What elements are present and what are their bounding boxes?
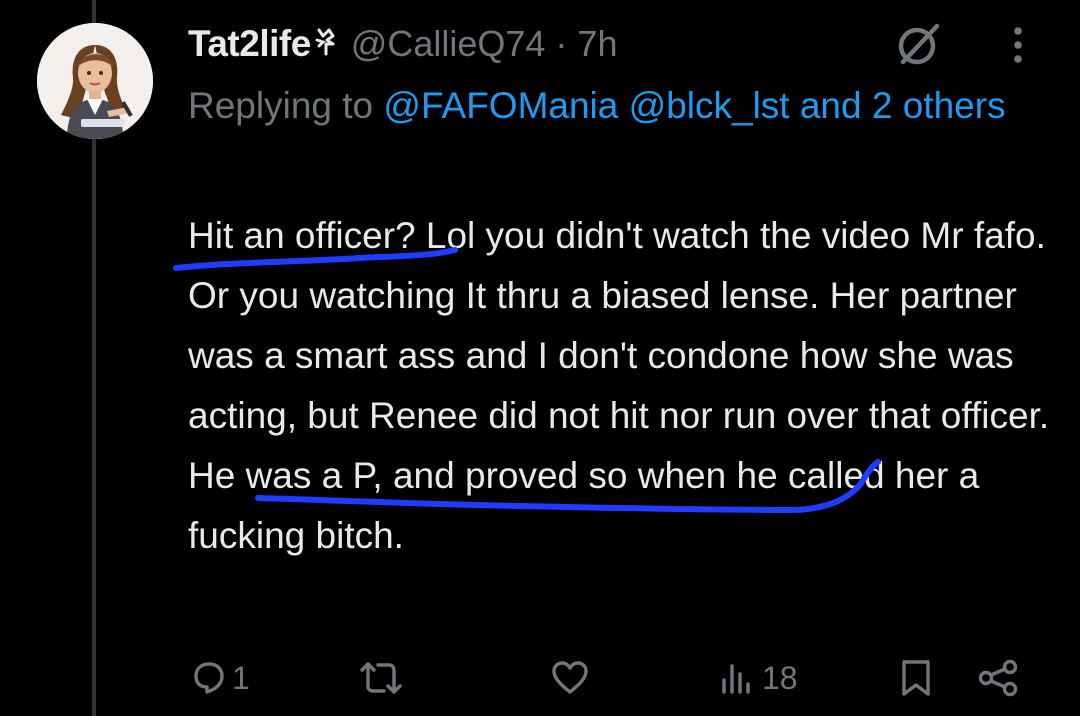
- reply-icon: [194, 662, 224, 694]
- others-link[interactable]: and 2 others: [800, 85, 1006, 126]
- flower-emoji-icon: [313, 26, 339, 63]
- tweet-text: Hit an officer? Lol you didn't watch the…: [188, 215, 1050, 556]
- mention-link[interactable]: @blck_lst: [629, 85, 790, 126]
- heart-icon: [552, 661, 588, 694]
- bookmark-icon: [902, 660, 930, 696]
- views-count: 18: [762, 659, 798, 696]
- separator-dot: ·: [555, 23, 568, 64]
- share-button[interactable]: [976, 648, 1020, 708]
- timestamp[interactable]: 7h: [577, 23, 617, 65]
- views-button[interactable]: 18: [718, 648, 798, 708]
- user-handle[interactable]: @CallieQ74: [351, 23, 546, 65]
- tweet-header: Tat2life @CallieQ74 · 7h: [188, 18, 617, 70]
- grok-icon[interactable]: [895, 20, 943, 68]
- retweet-icon: [360, 662, 402, 694]
- display-name[interactable]: Tat2life: [188, 23, 311, 65]
- more-vertical-icon[interactable]: [1003, 22, 1033, 68]
- views-chart-icon: [722, 664, 750, 694]
- bookmark-button[interactable]: [896, 648, 936, 708]
- action-bar: 1 18: [188, 648, 1028, 708]
- replying-to-label: Replying to: [188, 85, 384, 126]
- like-button[interactable]: [550, 648, 594, 708]
- avatar[interactable]: [37, 23, 153, 139]
- avatar-illustration: [37, 23, 153, 139]
- replying-to: Replying to @FAFOMania @blck_lst and 2 o…: [188, 76, 1048, 136]
- reply-button[interactable]: 1: [188, 648, 250, 708]
- share-icon: [978, 659, 1018, 697]
- mention-link[interactable]: @FAFOMania: [383, 85, 618, 126]
- reply-count: 1: [232, 659, 250, 696]
- retweet-button[interactable]: [356, 648, 410, 708]
